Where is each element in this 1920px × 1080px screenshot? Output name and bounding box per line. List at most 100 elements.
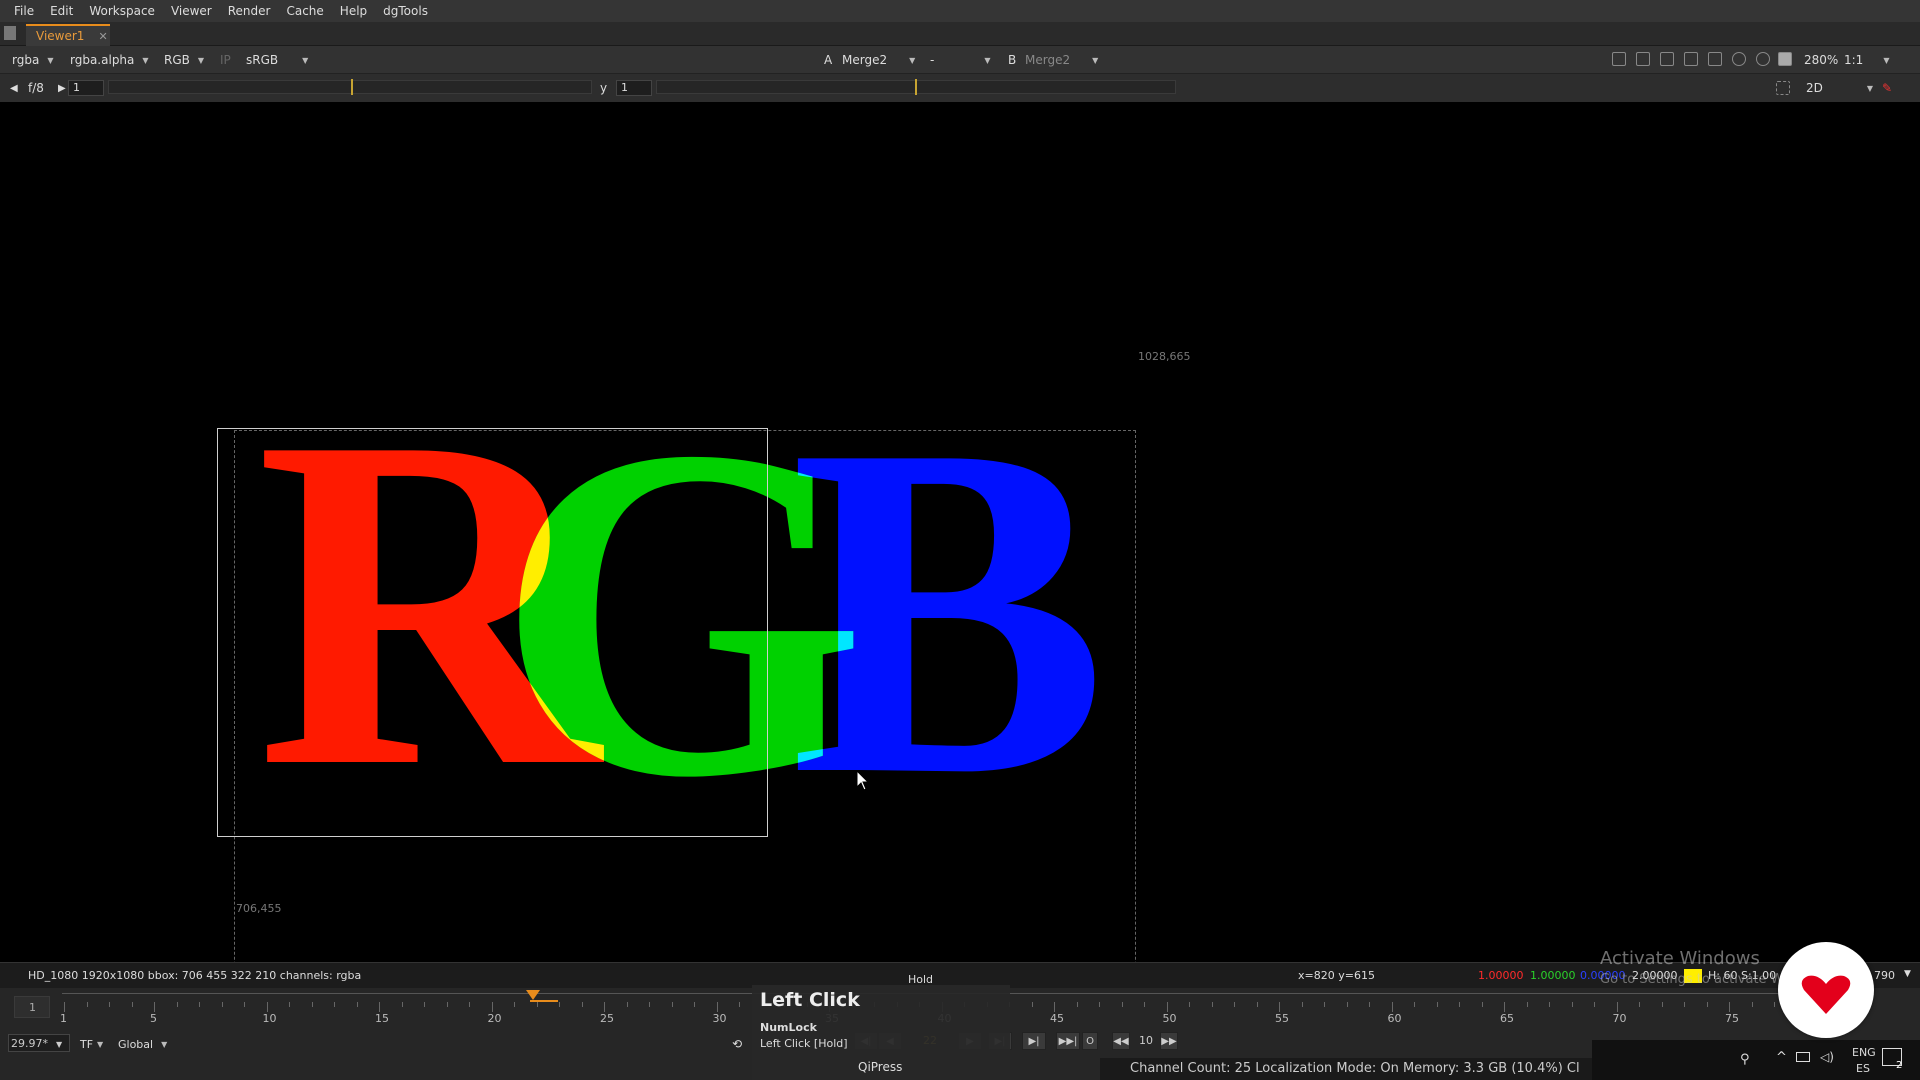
menu-edit[interactable]: Edit	[42, 4, 81, 18]
composite-value: -	[930, 53, 935, 67]
alpha-dropdown[interactable]: rgba.alpha ▼	[70, 50, 149, 70]
timeline-tick	[1346, 1002, 1348, 1007]
fstop-label[interactable]: f/8	[28, 78, 44, 98]
timeline-tick	[1436, 1002, 1438, 1007]
people-icon[interactable]: ⚲	[1740, 1052, 1750, 1067]
fps-input[interactable]: 29.97* ▼	[8, 1034, 70, 1052]
menu-render[interactable]: Render	[220, 4, 279, 18]
close-icon[interactable]: ✕	[98, 30, 107, 43]
menu-help[interactable]: Help	[332, 4, 375, 18]
list-icon[interactable]	[1708, 52, 1722, 66]
chevron-down-icon: ▼	[984, 55, 991, 65]
view-mode-dropdown[interactable]: 2D ▼	[1806, 78, 1873, 98]
lut-dropdown[interactable]: sRGB ▼	[246, 50, 308, 70]
timeline-label: 55	[1275, 1012, 1289, 1025]
timeline-tick	[1211, 1002, 1213, 1007]
menu-viewer[interactable]: Viewer	[163, 4, 220, 18]
stripes-icon[interactable]	[1660, 52, 1674, 66]
zoom-dropdown[interactable]: 280%	[1804, 50, 1838, 70]
in-out-icon[interactable]: O	[1082, 1032, 1098, 1050]
overlay-icon[interactable]	[1612, 52, 1626, 66]
timeline-tick	[1369, 1002, 1370, 1007]
gamma-label: y	[600, 81, 608, 95]
gamma-input[interactable]: 1	[616, 80, 652, 96]
timeline-tick	[716, 1002, 718, 1012]
b-input-dropdown[interactable]: Merge2 ▼	[1025, 50, 1098, 70]
gain-slider-handle[interactable]	[351, 79, 353, 95]
timeline-tick	[1549, 1002, 1550, 1007]
paint-icon[interactable]: ✎	[1882, 78, 1892, 98]
timeline-label: 30	[712, 1012, 727, 1025]
gain-slider[interactable]	[108, 79, 592, 95]
timeline-tick	[334, 1002, 335, 1007]
timeline-tick	[1301, 1002, 1303, 1007]
lang-primary[interactable]: ENG	[1852, 1046, 1876, 1059]
timeline-tick	[491, 1002, 493, 1012]
pixel-red: 1.00000	[1478, 969, 1524, 982]
prev-icon[interactable]: ◀	[10, 78, 18, 98]
next-icon[interactable]: ▶	[58, 78, 66, 98]
channels-dropdown[interactable]: rgba ▼	[12, 50, 53, 70]
timeline-tick	[1481, 1002, 1483, 1007]
roi-rectangle[interactable]	[217, 428, 768, 837]
timeline-tick	[86, 1002, 88, 1007]
a-input-value: Merge2	[842, 53, 888, 67]
timeline-tick	[1054, 1002, 1055, 1012]
frame-icon[interactable]	[1636, 52, 1650, 66]
timeline-tick	[671, 1002, 673, 1007]
playhead-icon[interactable]	[526, 990, 540, 1000]
next-key-icon[interactable]: ▶|	[1022, 1032, 1046, 1050]
menu-file[interactable]: File	[6, 4, 42, 18]
timeline-tick	[1526, 1002, 1528, 1007]
gear-icon[interactable]	[1756, 52, 1770, 66]
timeline-tick	[356, 1002, 358, 1007]
exposure-row: ◀ f/8 ▶ 1 y 1 2D ▼ ✎	[0, 74, 1920, 102]
lang-secondary[interactable]: ES	[1856, 1062, 1870, 1075]
last-frame-icon[interactable]: ▶▶|	[1056, 1032, 1080, 1050]
gamma-slider[interactable]	[656, 79, 1176, 95]
refresh-icon[interactable]	[1732, 52, 1746, 66]
gain-input[interactable]: 1	[68, 80, 104, 96]
timeline-tick	[1616, 1002, 1618, 1012]
timeline-start[interactable]: 1	[14, 996, 50, 1018]
global-dropdown[interactable]: Global ▼	[118, 1034, 167, 1054]
status-tail: 790	[1874, 969, 1895, 982]
timeline-label: 75	[1725, 1012, 1739, 1025]
global-value: Global	[118, 1037, 154, 1051]
fast-forward-icon[interactable]: ▶▶	[1160, 1032, 1178, 1050]
cursor-icon	[856, 770, 870, 791]
timeline-tick	[1661, 1002, 1663, 1007]
timeline-tick	[581, 1002, 583, 1007]
tab-viewer1[interactable]: Viewer1 ✕	[26, 24, 110, 46]
timeline-tick	[1729, 1002, 1730, 1012]
network-icon[interactable]	[1796, 1052, 1810, 1062]
pause-icon[interactable]	[1778, 52, 1792, 66]
timeline-tick	[1099, 1002, 1100, 1007]
chevron-down-icon[interactable]: ▼	[1904, 969, 1911, 979]
wipe-icon[interactable]	[1684, 52, 1698, 66]
timeline-tick	[1571, 1002, 1573, 1007]
chevron-up-icon[interactable]: ^	[1776, 1050, 1787, 1065]
volume-icon[interactable]: ◁)	[1820, 1050, 1834, 1064]
loop-icon[interactable]: ⟲	[732, 1034, 742, 1054]
brand-logo	[1778, 942, 1874, 1038]
display-dropdown[interactable]: RGB ▼	[164, 50, 204, 70]
ip-button[interactable]: IP	[220, 50, 231, 70]
roi-icon[interactable]	[1776, 81, 1790, 95]
tf-dropdown[interactable]: TF ▼	[80, 1034, 103, 1054]
menu-dgtools[interactable]: dgTools	[375, 4, 436, 18]
viewer-canvas[interactable]: 1028,665 706,455 R B R B G G G	[4, 102, 1916, 1020]
panel-menu-icon[interactable]	[4, 26, 16, 40]
composite-dropdown[interactable]: - ▼	[930, 50, 991, 70]
menu-cache[interactable]: Cache	[278, 4, 331, 18]
step-input[interactable]: 10	[1134, 1032, 1158, 1050]
menu-workspace[interactable]: Workspace	[81, 4, 163, 18]
ratio-dropdown[interactable]: 1:1 ▼	[1844, 50, 1889, 70]
overlay-app: QiPress	[858, 1060, 903, 1074]
a-input-dropdown[interactable]: Merge2 ▼	[842, 50, 915, 70]
gamma-slider-handle[interactable]	[915, 79, 917, 95]
timeline-tick	[221, 1002, 223, 1007]
timeline-label: 20	[487, 1012, 502, 1025]
rewind-icon[interactable]: ◀◀	[1112, 1032, 1130, 1050]
chevron-down-icon: ▼	[197, 55, 205, 65]
